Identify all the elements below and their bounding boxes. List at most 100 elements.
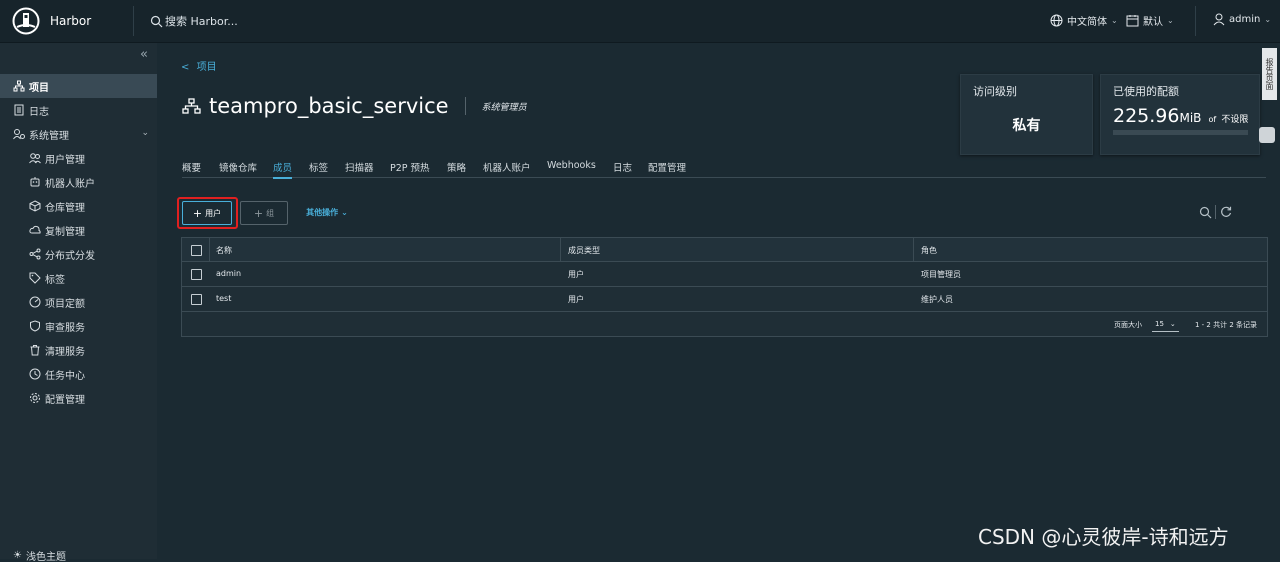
assistant-icon[interactable] [1259, 127, 1275, 143]
globe-icon [1050, 14, 1063, 27]
page-title: teampro_basic_service [209, 94, 449, 118]
quota-icon [29, 296, 41, 308]
row-checkbox[interactable] [191, 269, 202, 280]
tab-configuration[interactable]: 配置管理 [648, 160, 686, 174]
quota-used-unit: MiB [1179, 111, 1202, 125]
sidebar-item-logs[interactable]: 日志 [0, 98, 157, 122]
search-input[interactable]: 搜索 Harbor... [165, 13, 238, 29]
chevron-down-icon: ⌄ [1111, 16, 1118, 25]
add-group-button[interactable]: + 组 [240, 201, 288, 225]
language-selector[interactable]: 中文简体 ⌄ [1050, 13, 1118, 28]
sidebar-item-labels[interactable]: 标签 [0, 266, 157, 290]
search-icon[interactable] [1199, 206, 1212, 219]
sidebar-item-project-quotas[interactable]: 项目定额 [0, 290, 157, 314]
light-theme-label: 浅色主题 [25, 551, 66, 562]
projects-icon [13, 80, 25, 92]
tab-members[interactable]: 成员 [273, 160, 293, 179]
sidebar-item-job-service[interactable]: 任务中心 [0, 362, 157, 386]
quota-of-label: of [1208, 115, 1217, 124]
project-tabs: 概要 镜像仓库 成员 标签 扫描器 P2P 预热 策略 机器人账户 Webhoo… [182, 159, 1266, 179]
select-all-checkbox[interactable] [191, 245, 202, 256]
table-row[interactable]: admin 用户 项目管理员 [182, 262, 1267, 287]
quota-used-value: 225.96 [1113, 105, 1180, 127]
sidebar-item-clean-up[interactable]: 清理服务 [0, 338, 157, 362]
sidebar-item-robot-accounts[interactable]: 机器人账户 [0, 170, 157, 194]
chevron-down-icon: ⌄ [1167, 16, 1174, 25]
breadcrumb-projects-link[interactable]: 项目 [197, 62, 217, 73]
row-checkbox[interactable] [191, 294, 202, 305]
sidebar-item-distributions[interactable]: 分布式分发 [0, 242, 157, 266]
shield-icon [30, 320, 40, 332]
watermark: CSDN @心灵彼岸-诗和远方 [978, 525, 1229, 549]
collapse-sidebar-icon[interactable]: « [140, 47, 148, 62]
global-search[interactable]: 搜索 Harbor... [150, 13, 238, 29]
table-header: 名称 成员类型 角色 [182, 238, 1267, 262]
member-name: admin [216, 269, 242, 278]
more-actions-dropdown[interactable]: 其他操作 ⌄ [298, 201, 356, 223]
add-user-label: 用户 [205, 208, 222, 218]
tab-p2p-preheat[interactable]: P2P 预热 [390, 160, 430, 174]
access-level-card: 访问级别 私有 [960, 74, 1093, 155]
sidebar-item-label: 用户管理 [45, 154, 85, 166]
tab-webhooks[interactable]: Webhooks [547, 160, 596, 171]
user-menu[interactable]: admin ⌄ [1213, 13, 1271, 26]
column-header-role[interactable]: 角色 [921, 245, 937, 256]
column-header-member-type[interactable]: 成员类型 [568, 245, 600, 256]
sidebar-item-label: 项目定额 [45, 298, 85, 310]
sidebar-item-registries[interactable]: 仓库管理 [0, 194, 157, 218]
language-label: 中文简体 [1067, 17, 1107, 28]
quota-usage: 225.96MiB of 不设限 [1113, 105, 1248, 127]
member-role: 项目管理员 [921, 270, 961, 279]
add-group-label: 组 [266, 208, 275, 218]
sidebar-item-interrogation-services[interactable]: 审查服务 [0, 314, 157, 338]
sidebar-item-projects[interactable]: 项目 [0, 74, 157, 98]
page-title-row: teampro_basic_service 系统管理员 [182, 94, 527, 118]
chevron-down-icon: ⌄ [141, 128, 149, 138]
chevron-down-icon: ⌄ [1264, 15, 1272, 24]
admin-icon [13, 129, 25, 140]
sidebar-item-label: 清理服务 [45, 346, 85, 358]
table-row[interactable]: test 用户 维护人员 [182, 287, 1267, 312]
projects-icon [182, 97, 201, 114]
sidebar-item-label: 标签 [45, 274, 65, 286]
sidebar-item-users[interactable]: 用户管理 [0, 146, 157, 170]
breadcrumb[interactable]: < 项目 [181, 58, 217, 73]
sidebar-item-label: 日志 [29, 106, 49, 118]
username: admin [1229, 14, 1261, 25]
tab-scanner[interactable]: 扫描器 [345, 160, 374, 174]
registry-icon [29, 200, 41, 212]
quota-label: 已使用的配额 [1113, 85, 1179, 98]
tab-policy[interactable]: 策略 [447, 160, 466, 174]
page-size-select[interactable]: 15 ⌄ [1152, 316, 1179, 332]
tab-robot-accounts[interactable]: 机器人账户 [483, 160, 531, 174]
feedback-side-tab[interactable]: 报告页面 [1262, 48, 1277, 100]
add-user-button[interactable]: + 用户 [182, 201, 232, 225]
sidebar-item-label: 仓库管理 [45, 202, 85, 214]
column-header-name[interactable]: 名称 [216, 245, 232, 256]
light-theme-toggle[interactable]: ☀ 浅色主题 [0, 548, 157, 562]
logs-icon [14, 104, 24, 116]
tab-labels[interactable]: 标签 [309, 160, 328, 174]
robot-icon [30, 177, 40, 187]
brand[interactable]: Harbor [12, 7, 91, 35]
theme-selector[interactable]: 默认 ⌄ [1126, 13, 1174, 28]
quota-card: 已使用的配额 225.96MiB of 不设限 [1100, 74, 1260, 155]
sidebar-item-configuration[interactable]: 配置管理 [0, 386, 157, 410]
toolbar-divider [1215, 205, 1216, 219]
tab-logs[interactable]: 日志 [613, 160, 632, 174]
pagination-summary: 1 - 2 共计 2 条记录 [1195, 321, 1258, 329]
sidebar-item-replications[interactable]: 复制管理 [0, 218, 157, 242]
page-size-value: 15 [1155, 319, 1164, 328]
theme-label: 默认 [1143, 17, 1163, 28]
users-icon [29, 153, 41, 164]
plus-icon: + [192, 206, 203, 220]
top-navigation-bar: Harbor 搜索 Harbor... 中文简体 ⌄ 默认 ⌄ admin ⌄ [0, 0, 1280, 43]
refresh-icon[interactable] [1220, 206, 1232, 218]
column-divider [209, 238, 210, 261]
tab-repositories[interactable]: 镜像仓库 [219, 160, 257, 174]
more-actions-label: 其他操作 [306, 207, 339, 217]
page-size-label: 页面大小 [1114, 321, 1142, 329]
sidebar-item-administration[interactable]: 系统管理 ⌄ [0, 122, 157, 146]
clock-icon [29, 368, 41, 380]
tab-summary[interactable]: 概要 [182, 160, 201, 174]
